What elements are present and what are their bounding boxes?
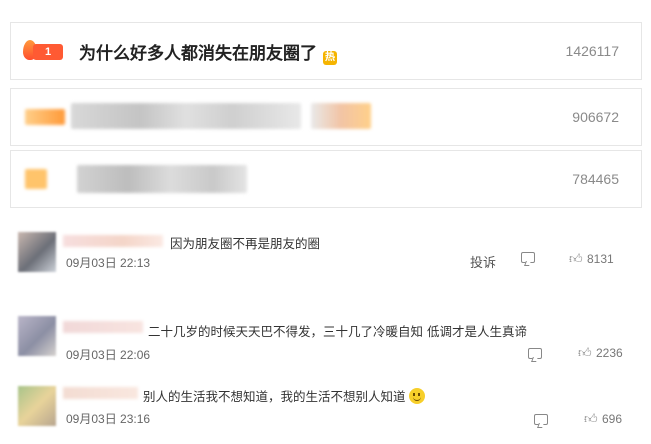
- report-label: 投诉: [470, 255, 497, 270]
- comment-time: 09月03日 23:16: [66, 412, 151, 426]
- comment-item: 因为朋友圈不再是朋友的圈 09月03日 22:13 投诉 👍︎ 8131: [18, 232, 638, 292]
- hot-tag-icon: 热: [323, 51, 337, 65]
- like-button[interactable]: 👍︎ 8131: [569, 251, 614, 267]
- trending-title-text[interactable]: 为什么好多人都消失在朋友圈了: [79, 44, 317, 64]
- smile-emoji-icon: [408, 388, 425, 404]
- blurred-title: [311, 103, 371, 129]
- comment-button[interactable]: [534, 414, 548, 425]
- comment-button[interactable]: [528, 348, 542, 359]
- username[interactable]: [63, 321, 143, 333]
- blurred-title: [25, 109, 65, 125]
- thumbs-up-icon: 👍︎: [584, 411, 598, 426]
- comment-time: 09月03日 22:06: [66, 348, 151, 362]
- trending-count: 784465: [572, 171, 619, 187]
- comment-item: 二十几岁的时候天天巴不得发，三十几了冷暖自知 低调才是人生真谛 09月03日 2…: [18, 316, 638, 376]
- comment-text: 别人的生活我不想知道，我的生活不想别人知道: [143, 386, 425, 405]
- trending-title[interactable]: 为什么好多人都消失在朋友圈了热: [79, 39, 337, 65]
- comment-text: 因为朋友圈不再是朋友的圈: [170, 236, 321, 251]
- comment-button[interactable]: [521, 252, 535, 263]
- rank-badge: 1: [23, 40, 65, 60]
- comment-time: 09月03日 22:13: [66, 256, 151, 270]
- avatar[interactable]: [18, 232, 56, 272]
- like-count: 696: [602, 412, 623, 426]
- comment-icon: [528, 348, 542, 359]
- blurred-title: [77, 165, 247, 193]
- username[interactable]: [63, 235, 163, 247]
- like-count: 2236: [596, 346, 623, 360]
- avatar[interactable]: [18, 386, 56, 426]
- trending-count: 1426117: [565, 43, 619, 59]
- blurred-title: [25, 169, 47, 189]
- trending-item-1[interactable]: 1 为什么好多人都消失在朋友圈了热 1426117: [10, 22, 642, 80]
- report-button[interactable]: 投诉: [470, 252, 496, 271]
- like-button[interactable]: 👍︎ 2236: [578, 345, 623, 361]
- like-count: 8131: [587, 252, 614, 266]
- comment-item: 别人的生活我不想知道，我的生活不想别人知道 09月03日 23:16 👍︎ 69…: [18, 384, 638, 444]
- comment-icon: [521, 252, 535, 263]
- trending-count: 906672: [572, 109, 619, 125]
- like-button[interactable]: 👍︎ 696: [584, 411, 623, 427]
- thumbs-up-icon: 👍︎: [569, 251, 583, 266]
- comment-text-content: 别人的生活我不想知道，我的生活不想别人知道: [143, 389, 406, 404]
- comment-icon: [534, 414, 548, 425]
- avatar[interactable]: [18, 316, 56, 356]
- thumbs-up-icon: 👍︎: [578, 345, 592, 360]
- trending-item-3[interactable]: 784465: [10, 150, 642, 208]
- username[interactable]: [63, 387, 138, 399]
- trending-item-2[interactable]: 906672: [10, 88, 642, 146]
- rank-number: 1: [33, 44, 63, 60]
- comment-text: 二十几岁的时候天天巴不得发，三十几了冷暖自知 低调才是人生真谛: [148, 324, 527, 339]
- blurred-title: [71, 103, 301, 129]
